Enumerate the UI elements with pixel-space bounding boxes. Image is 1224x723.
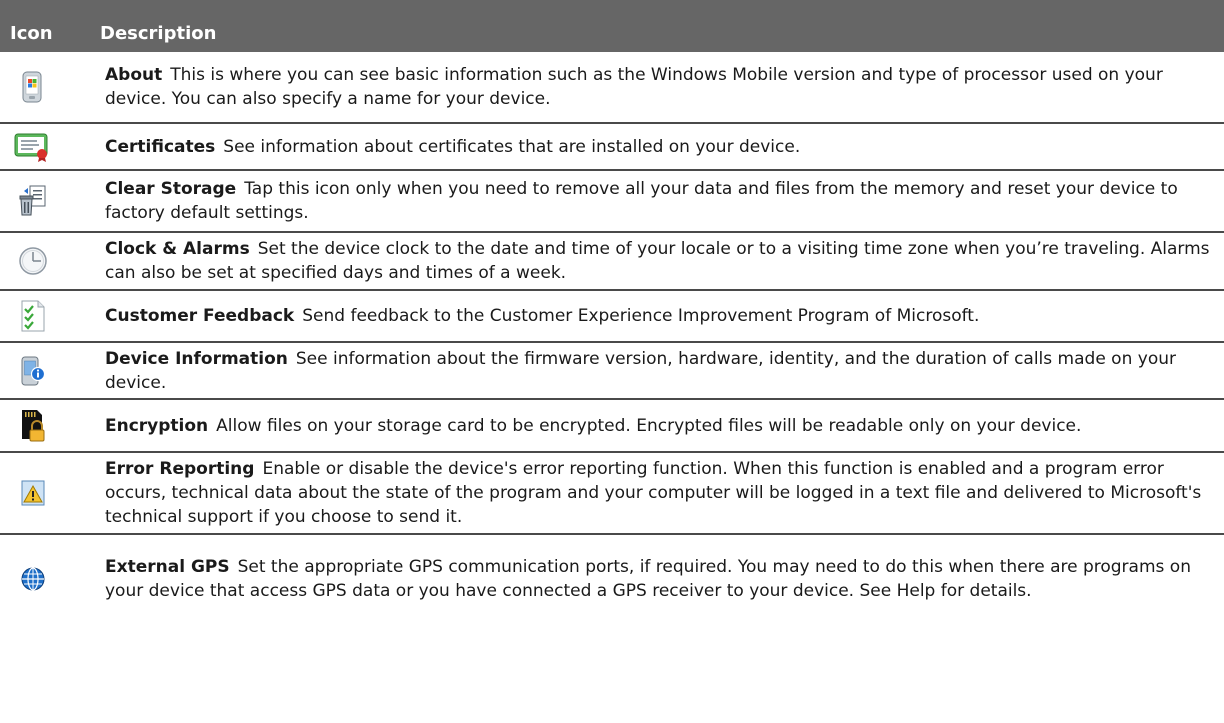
row-description: External GPS Set the appropriate GPS comm… xyxy=(100,555,1224,603)
row-description: Clear Storage Tap this icon only when you… xyxy=(100,177,1224,225)
table-row: Encryption Allow files on your storage ca… xyxy=(0,400,1224,453)
row-description: About This is where you can see basic inf… xyxy=(100,63,1224,111)
table-row: About This is where you can see basic inf… xyxy=(0,52,1224,124)
device-info-icon xyxy=(0,355,100,387)
table-row: Device Information See information about … xyxy=(0,343,1224,400)
row-text: See information about certificates that … xyxy=(223,136,801,157)
row-text: Allow files on your storage card to be e… xyxy=(216,415,1082,436)
row-text: Set the device clock to the date and tim… xyxy=(105,239,1210,283)
error-warning-icon xyxy=(0,479,100,507)
row-title: External GPS xyxy=(105,557,230,577)
table-row: Clock & Alarms Set the device clock to th… xyxy=(0,233,1224,291)
table-header: Icon Description xyxy=(0,0,1224,52)
globe-icon xyxy=(0,566,100,592)
row-title: Encryption xyxy=(105,415,209,436)
row-text: Tap this icon only when you need to remo… xyxy=(105,179,1178,223)
table-row: Certificates See information about certif… xyxy=(0,124,1224,171)
table-row: Error Reporting Enable or disable the dev… xyxy=(0,453,1224,535)
settings-icon-table: Icon Description About This is where you … xyxy=(0,0,1224,623)
header-icon: Icon xyxy=(10,23,53,44)
sd-card-lock-icon xyxy=(0,409,100,443)
row-title: Error Reporting xyxy=(105,459,255,479)
table-row: Customer Feedback Send feedback to the Cu… xyxy=(0,291,1224,343)
table-row: External GPS Set the appropriate GPS comm… xyxy=(0,535,1224,623)
table-row: Clear Storage Tap this icon only when you… xyxy=(0,171,1224,233)
row-description: Clock & Alarms Set the device clock to th… xyxy=(100,237,1224,285)
row-description: Error Reporting Enable or disable the dev… xyxy=(100,457,1224,529)
row-title: Clear Storage xyxy=(105,179,237,199)
row-title: Customer Feedback xyxy=(105,306,295,326)
certificate-icon xyxy=(0,132,100,162)
row-description: Customer Feedback Send feedback to the Cu… xyxy=(100,304,1224,328)
row-title: Clock & Alarms xyxy=(105,239,250,259)
row-title: Certificates xyxy=(105,136,216,157)
clear-storage-icon xyxy=(0,185,100,217)
row-text: This is where you can see basic informat… xyxy=(105,65,1163,109)
row-text: Set the appropriate GPS communication po… xyxy=(105,557,1191,601)
header-description: Description xyxy=(100,23,217,44)
row-text: Send feedback to the Customer Experience… xyxy=(302,306,980,326)
clock-icon xyxy=(0,246,100,276)
row-description: Device Information See information about … xyxy=(100,347,1224,395)
about-phone-icon xyxy=(0,71,100,103)
row-description: Certificates See information about certif… xyxy=(100,135,1224,159)
row-title: Device Information xyxy=(105,348,288,369)
row-description: Encryption Allow files on your storage ca… xyxy=(100,414,1224,438)
row-text: Enable or disable the device's error rep… xyxy=(105,459,1202,527)
row-title: About xyxy=(105,65,163,85)
checklist-icon xyxy=(0,300,100,332)
